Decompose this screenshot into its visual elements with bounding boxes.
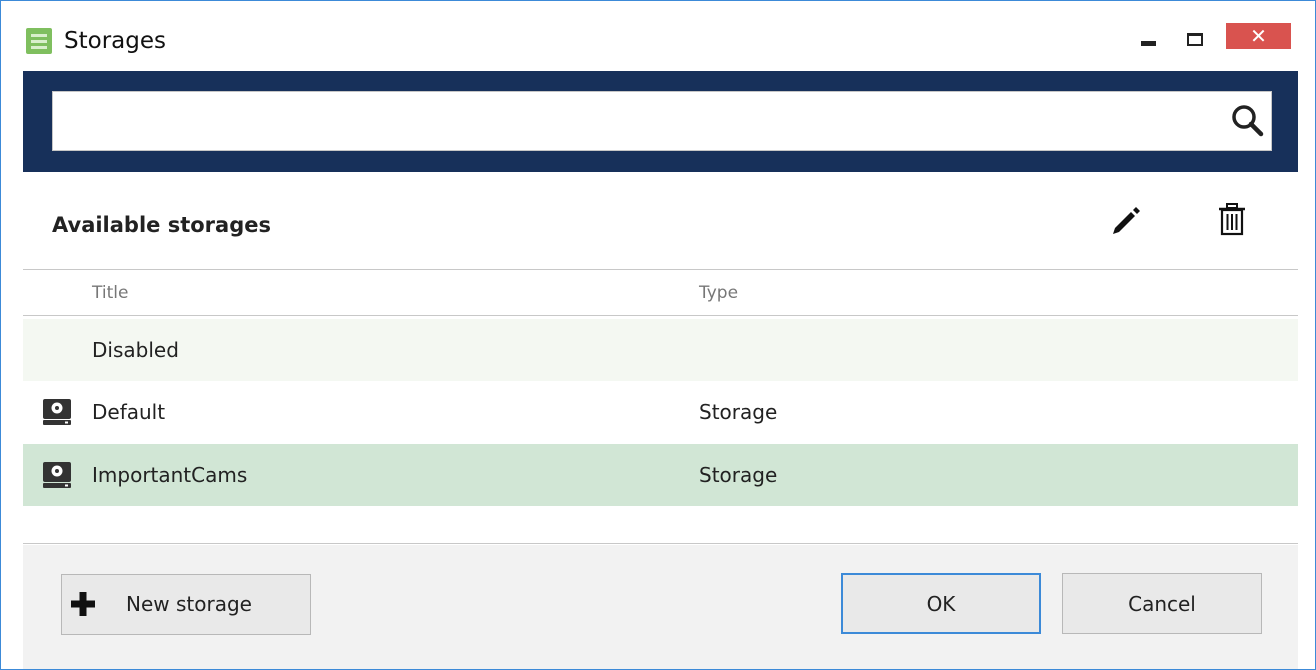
- hard-drive-icon: [43, 462, 71, 488]
- header-divider: [23, 315, 1298, 316]
- trash-icon[interactable]: [1215, 202, 1249, 238]
- plus-icon: [71, 592, 95, 616]
- new-storage-label: New storage: [126, 592, 252, 616]
- row-title: Default: [92, 400, 166, 424]
- row-title: Disabled: [92, 338, 179, 362]
- app-list-icon: [26, 28, 52, 54]
- column-header-title[interactable]: Title: [92, 281, 128, 305]
- dialog-footer: New storage OK Cancel: [23, 545, 1298, 669]
- table-row[interactable]: Disabled: [23, 319, 1298, 381]
- section-title: Available storages: [52, 213, 271, 237]
- search-band: [23, 71, 1298, 172]
- ok-button[interactable]: OK: [841, 573, 1041, 634]
- cancel-label: Cancel: [1128, 591, 1196, 616]
- close-button[interactable]: ✕: [1226, 23, 1291, 49]
- table-row[interactable]: Default Storage: [23, 381, 1298, 443]
- minimize-button[interactable]: [1141, 41, 1156, 46]
- title-bar[interactable]: Storages ✕: [1, 1, 1315, 71]
- ok-label: OK: [926, 591, 956, 616]
- window-title: Storages: [64, 28, 166, 54]
- row-title: ImportantCams: [92, 463, 248, 487]
- footer-divider: [23, 543, 1298, 544]
- hard-drive-icon: [43, 399, 71, 425]
- pencil-icon[interactable]: [1109, 202, 1143, 236]
- new-storage-button[interactable]: New storage: [61, 574, 311, 635]
- storages-window: Storages ✕ Available storages Title Type…: [0, 0, 1316, 670]
- search-input[interactable]: [52, 91, 1272, 151]
- cancel-button[interactable]: Cancel: [1062, 573, 1262, 634]
- column-header-type[interactable]: Type: [699, 281, 738, 305]
- table-row-selected[interactable]: ImportantCams Storage: [23, 444, 1298, 506]
- maximize-button[interactable]: [1187, 33, 1203, 46]
- section-divider: [23, 269, 1298, 270]
- row-type: Storage: [699, 400, 778, 424]
- row-type: Storage: [699, 463, 778, 487]
- search-icon[interactable]: [1228, 101, 1268, 141]
